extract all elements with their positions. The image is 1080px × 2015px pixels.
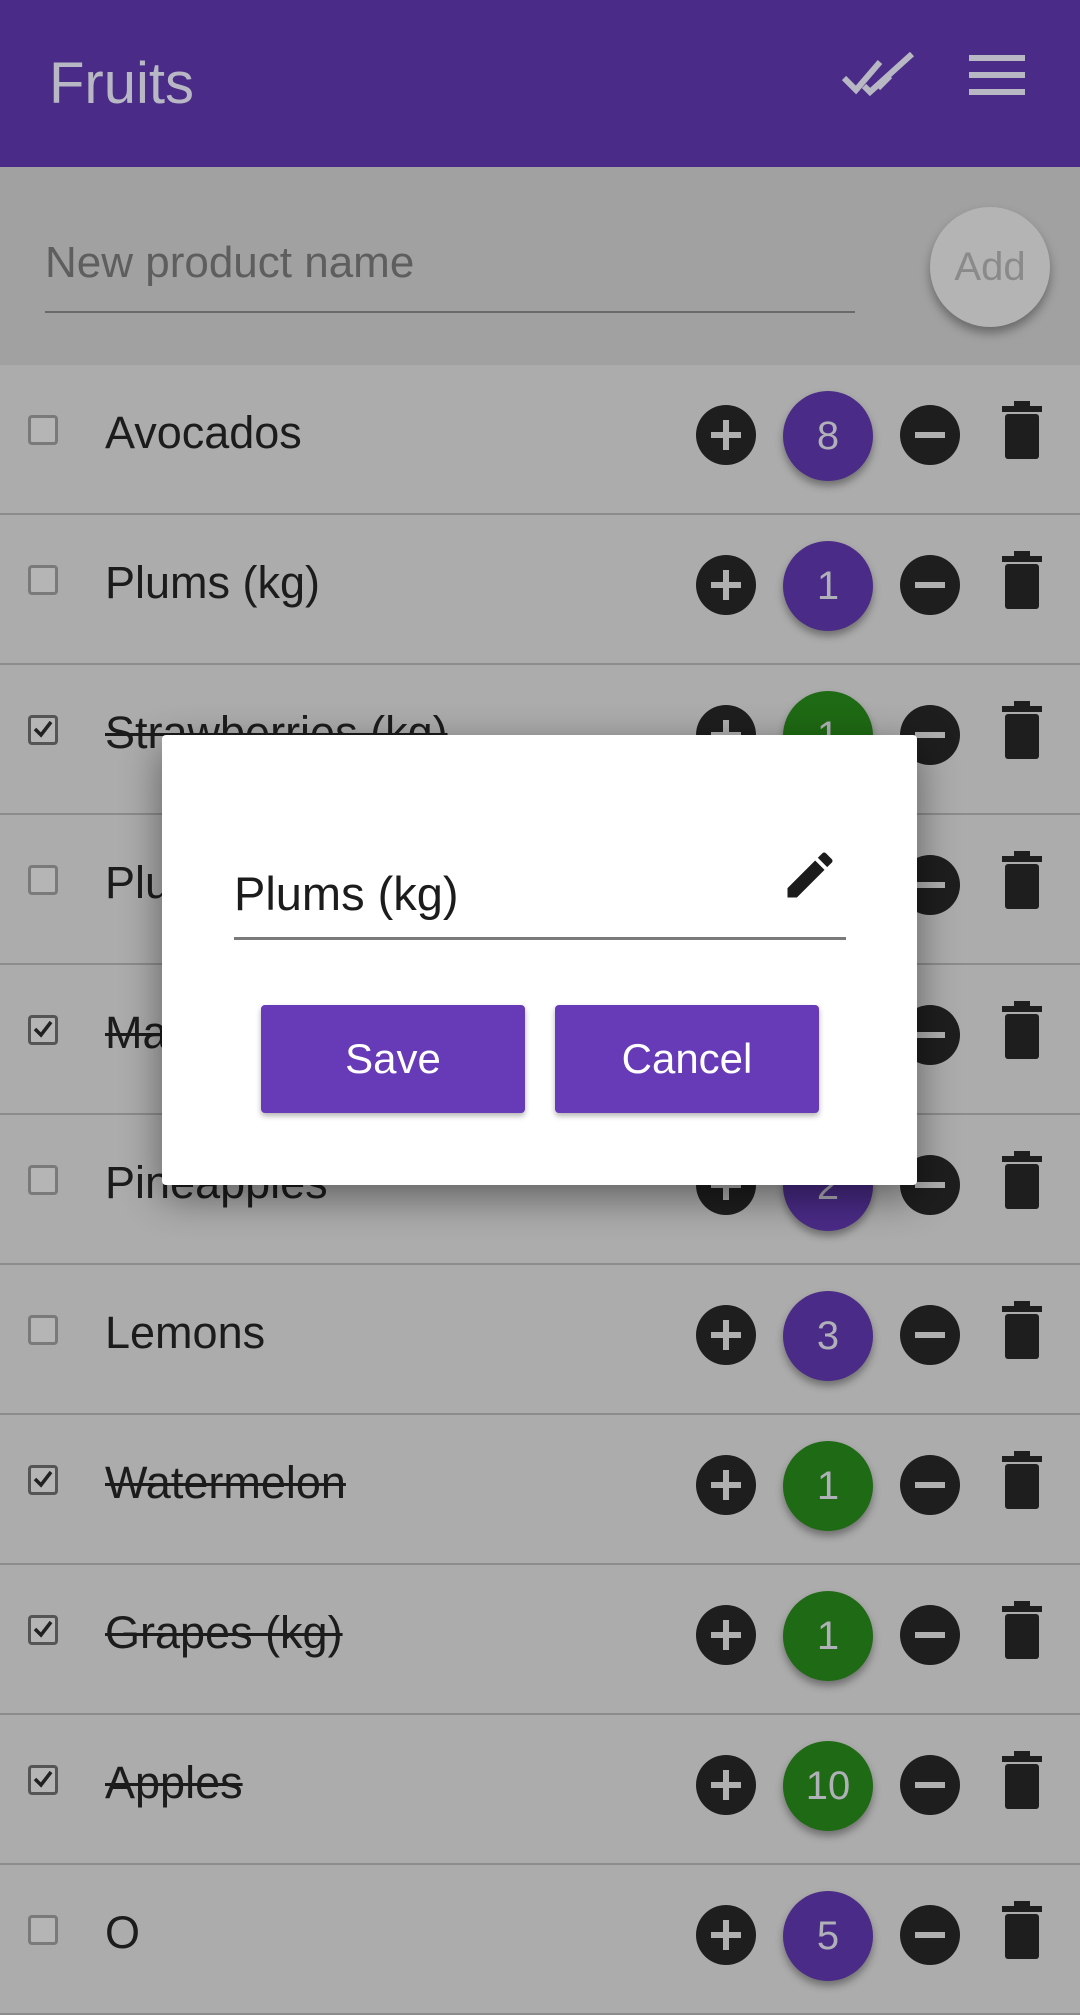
edit-dialog: Save Cancel [162,735,917,1185]
save-button[interactable]: Save [261,1005,525,1113]
edit-name-input[interactable] [234,853,774,933]
pencil-icon [780,845,840,910]
cancel-button[interactable]: Cancel [555,1005,819,1113]
edit-name-field [234,845,846,940]
